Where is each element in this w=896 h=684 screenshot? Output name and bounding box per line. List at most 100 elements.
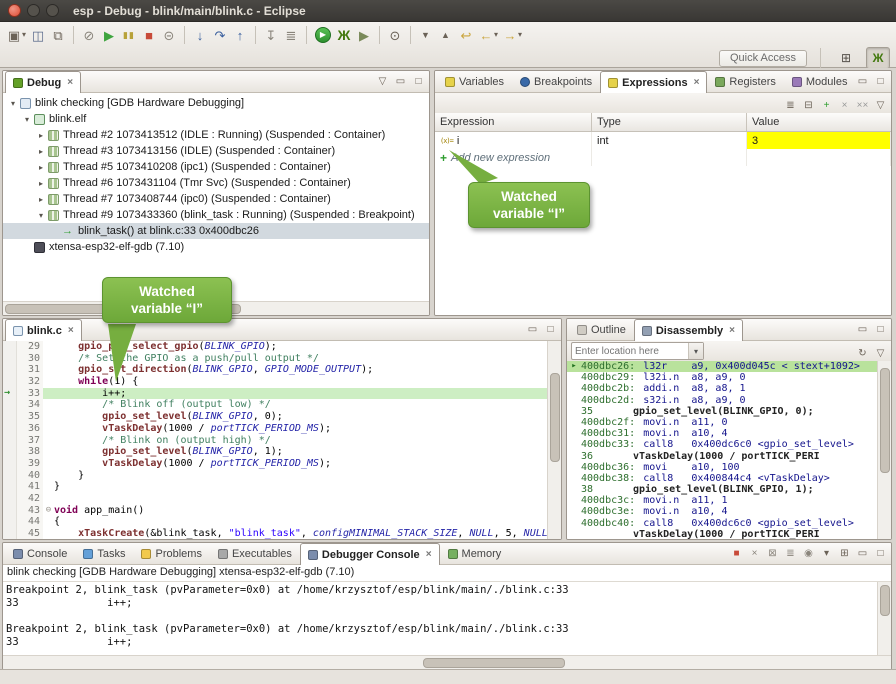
debug-tree-row[interactable]: xtensa-esp32-elf-gdb (7.10) xyxy=(3,239,429,255)
debug-tree-row[interactable]: ▾blink.elf xyxy=(3,111,429,127)
editor-line[interactable]: 37 /* Blink on (output high) */ xyxy=(3,435,548,447)
debug-tree-row[interactable]: ▸Thread #3 1073413156 (IDLE) (Suspended … xyxy=(3,143,429,159)
editor-line[interactable]: 29 gpio_pad_select_gpio(BLINK_GPIO); xyxy=(3,341,548,353)
tab-memory[interactable]: Memory xyxy=(440,543,510,564)
close-tab-icon[interactable]: × xyxy=(694,77,700,88)
debug-tree-row[interactable]: ▸Thread #2 1073413512 (IDLE : Running) (… xyxy=(3,127,429,143)
drop-to-frame-icon[interactable]: ↧ xyxy=(261,25,281,45)
twistie-icon[interactable]: ▸ xyxy=(35,195,47,204)
debug-tree-row[interactable]: ▸Thread #5 1073410208 (ipc1) (Suspended … xyxy=(3,159,429,175)
column-header-type[interactable]: Type xyxy=(592,113,747,131)
refresh-icon[interactable]: ↻ xyxy=(855,346,870,362)
collapse-all-icon[interactable]: ⊟ xyxy=(801,98,816,114)
open-console-icon[interactable]: ⊞ xyxy=(837,546,852,562)
editor-line[interactable]: 35 gpio_set_level(BLINK_GPIO, 0); xyxy=(3,411,548,423)
close-tab-icon[interactable]: × xyxy=(729,325,735,336)
add-expression-icon[interactable]: + xyxy=(819,98,834,114)
editor-line[interactable]: 40 } xyxy=(3,470,548,482)
editor-line[interactable]: 34 /* Blink off (output low) */ xyxy=(3,399,548,411)
editor-line[interactable]: 36 vTaskDelay(1000 / portTICK_PERIOD_MS)… xyxy=(3,423,548,435)
instruction-stepping-icon[interactable]: ≣ xyxy=(281,25,301,45)
clear-console-icon[interactable]: ⊠ xyxy=(765,546,780,562)
tab-variables[interactable]: Variables xyxy=(437,71,512,92)
editor-line[interactable]: 30 /* Set the GPIO as a push/pull output… xyxy=(3,353,548,365)
terminate-icon[interactable]: ■ xyxy=(729,546,744,562)
open-perspective-icon[interactable]: ⊞ xyxy=(834,47,858,69)
window-titlebar[interactable]: esp - Debug - blink/main/blink.c - Eclip… xyxy=(0,0,896,22)
quick-access-button[interactable]: Quick Access xyxy=(719,50,807,67)
window-close-button[interactable] xyxy=(8,4,21,17)
remove-launch-icon[interactable]: × xyxy=(747,546,762,562)
close-tab-icon[interactable]: × xyxy=(68,325,74,336)
minimize-view-icon[interactable]: ▭ xyxy=(525,322,540,338)
twistie-icon[interactable]: ▾ xyxy=(35,211,47,220)
combo-dropdown-icon[interactable] xyxy=(688,343,703,359)
tab-debug[interactable]: Debug× xyxy=(5,71,81,93)
editor-line[interactable]: 41} xyxy=(3,481,548,493)
skip-breakpoints-icon[interactable]: ⊘ xyxy=(79,25,99,45)
editor-line[interactable]: 44{ xyxy=(3,516,548,528)
terminate-icon[interactable]: ■ xyxy=(139,25,159,45)
console-output[interactable]: Breakpoint 2, blink_task (pvParameter=0x… xyxy=(3,582,891,669)
previous-annotation-icon[interactable]: ▲ xyxy=(436,25,456,45)
search-icon[interactable]: ⊙ xyxy=(385,25,405,45)
debug-icon[interactable]: Ж xyxy=(334,25,354,45)
step-over-icon[interactable]: ↷ xyxy=(210,25,230,45)
resume-icon[interactable]: ▶ xyxy=(99,25,119,45)
debug-tree-row[interactable]: ▾Thread #9 1073433360 (blink_task : Runn… xyxy=(3,207,429,223)
suspend-icon[interactable]: ▮▮ xyxy=(119,25,139,45)
close-tab-icon[interactable]: × xyxy=(67,77,73,88)
back-history-icon[interactable]: ▾ xyxy=(492,25,500,45)
editor-line[interactable]: 43⊖void app_main() xyxy=(3,505,548,517)
maximize-view-icon[interactable]: □ xyxy=(543,322,558,338)
scrollbar-thumb[interactable] xyxy=(550,373,560,462)
remove-all-expressions-icon[interactable]: ×× xyxy=(855,98,870,114)
maximize-view-icon[interactable]: □ xyxy=(411,74,426,90)
view-menu-icon[interactable]: ▽ xyxy=(375,74,390,90)
twistie-icon[interactable]: ▾ xyxy=(21,115,33,124)
tab-outline[interactable]: Outline xyxy=(569,319,634,340)
twistie-icon[interactable]: ▸ xyxy=(35,163,47,172)
minimize-view-icon[interactable]: ▭ xyxy=(855,74,870,90)
next-annotation-icon[interactable]: ▼ xyxy=(416,25,436,45)
tab-debugger-console[interactable]: Debugger Console× xyxy=(300,543,440,565)
run-icon[interactable]: ▶ xyxy=(315,27,331,43)
step-into-icon[interactable]: ↓ xyxy=(190,25,210,45)
location-combo[interactable] xyxy=(571,342,704,360)
minimize-view-icon[interactable]: ▭ xyxy=(855,322,870,338)
window-maximize-button[interactable] xyxy=(46,4,59,17)
maximize-view-icon[interactable]: □ xyxy=(873,322,888,338)
vertical-scrollbar[interactable] xyxy=(877,361,891,539)
scrollbar-thumb[interactable] xyxy=(880,585,890,617)
tab-expressions[interactable]: Expressions× xyxy=(600,71,707,93)
vertical-scrollbar[interactable] xyxy=(547,341,561,539)
editor-line[interactable]: 31 gpio_set_direction(BLINK_GPIO, GPIO_M… xyxy=(3,364,548,376)
debug-tree-row[interactable]: blink_task() at blink.c:33 0x400dbc26 xyxy=(3,223,429,239)
debug-tree-row[interactable]: ▾blink checking [GDB Hardware Debugging] xyxy=(3,95,429,111)
view-menu-icon[interactable]: ▽ xyxy=(873,98,888,114)
editor-line[interactable]: 38 gpio_set_level(BLINK_GPIO, 1); xyxy=(3,446,548,458)
scroll-lock-icon[interactable]: ≣ xyxy=(783,546,798,562)
tab-breakpoints[interactable]: Breakpoints xyxy=(512,71,600,92)
column-header-expression[interactable]: Expression xyxy=(435,113,592,131)
pin-console-icon[interactable]: ◉ xyxy=(801,546,816,562)
tab-disassembly[interactable]: Disassembly× xyxy=(634,319,743,341)
save-icon[interactable]: ◫ xyxy=(28,25,48,45)
scrollbar-thumb[interactable] xyxy=(423,658,565,668)
last-edit-location-icon[interactable]: ↩ xyxy=(456,25,476,45)
debug-tree-row[interactable]: ▸Thread #7 1073408744 (ipc0) (Suspended … xyxy=(3,191,429,207)
debug-perspective-button[interactable]: Ж xyxy=(866,47,890,69)
tab-executables[interactable]: Executables xyxy=(210,543,300,564)
code-editor[interactable]: 29 gpio_pad_select_gpio(BLINK_GPIO);30 /… xyxy=(3,341,561,539)
print-icon[interactable]: ⧉ xyxy=(48,25,68,45)
step-return-icon[interactable]: ↑ xyxy=(230,25,250,45)
editor-line[interactable]: 45 xTaskCreate(&blink_task, "blink_task"… xyxy=(3,528,548,539)
tab-tasks[interactable]: Tasks xyxy=(75,543,133,564)
editor-line[interactable]: →33 i++; xyxy=(3,388,548,400)
external-tools-icon[interactable]: ▶ xyxy=(354,25,374,45)
new-wizard-dropdown-icon[interactable]: ▾ xyxy=(20,25,28,45)
maximize-view-icon[interactable]: □ xyxy=(873,74,888,90)
debug-tree-row[interactable]: ▸Thread #6 1073431104 (Tmr Svc) (Suspend… xyxy=(3,175,429,191)
twistie-icon[interactable]: ▸ xyxy=(35,147,47,156)
tab-registers[interactable]: Registers xyxy=(707,71,783,92)
